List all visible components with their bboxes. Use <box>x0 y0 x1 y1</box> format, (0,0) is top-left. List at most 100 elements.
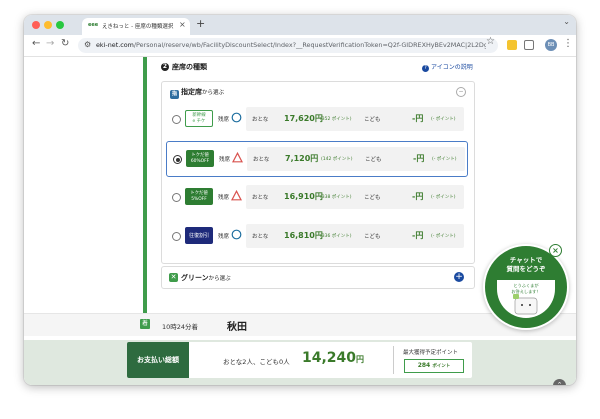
seat-icon: 指 <box>170 90 179 99</box>
chat-mascot-area: とうふくまが お答えします！ <box>497 280 555 318</box>
fare-prices: おとな 17,620円 (352 ポイント) こども -円 (- ポイント) <box>246 107 464 131</box>
browser-menu-icon[interactable]: ⋮ <box>563 38 573 49</box>
availability-label: 残席 <box>218 195 230 201</box>
payment-currency: 円 <box>356 355 365 364</box>
payment-bar: お支払い総額 おとな2人、こども0人 14,240円 最大獲得予定ポイント 28… <box>24 340 576 385</box>
max-points-value: 284 ポイント <box>404 359 464 373</box>
adult-points: (338 ポイント) <box>320 195 352 200</box>
child-label: こども <box>365 157 382 163</box>
extensions-puzzle-icon[interactable] <box>524 40 534 50</box>
scroll-to-top-icon[interactable]: ⌃ <box>553 379 566 385</box>
circle-availability-icon <box>231 229 242 240</box>
route-line <box>143 57 147 313</box>
points-unit: ポイント <box>432 364 451 369</box>
payment-total-label: お支払い総額 <box>127 342 189 378</box>
fare-radio[interactable] <box>172 193 181 202</box>
triangle-availability-icon <box>232 152 243 163</box>
adult-label: おとな <box>252 117 269 123</box>
zoom-window-button[interactable] <box>56 21 64 29</box>
availability-label: 残席 <box>219 157 231 163</box>
url-domain: eki-net.com <box>96 41 134 49</box>
fare-prices: おとな 16,910円 (338 ポイント) こども -円 (- ポイント) <box>246 185 464 209</box>
fare-option-row[interactable]: 新幹線 e チケ 残席 おとな 17,620円 (352 ポイント) こども -円 (- ポイ… <box>166 102 468 136</box>
circle-availability-icon <box>231 112 242 123</box>
child-points: (- ポイント) <box>432 157 457 162</box>
forward-arrow-icon[interactable]: → <box>46 38 54 49</box>
availability-label: 残席 <box>218 234 230 240</box>
arrival-station: 秋田 <box>227 322 247 333</box>
site-favicon-icon: eee <box>88 22 99 28</box>
triangle-availability-icon <box>231 190 242 201</box>
close-window-button[interactable] <box>32 21 40 29</box>
fare-radio[interactable] <box>172 115 181 124</box>
fare-type-tag: 新幹線 e チケ <box>185 110 213 127</box>
bookmark-star-icon[interactable]: ☆ <box>486 36 495 47</box>
child-price: -円 <box>412 114 424 123</box>
child-points: (- ポイント) <box>431 195 456 200</box>
new-tab-button[interactable]: + <box>196 17 205 30</box>
child-label: こども <box>364 117 381 123</box>
adult-points: (142 ポイント) <box>321 157 353 162</box>
chat-close-icon[interactable]: × <box>549 244 562 257</box>
child-points: (- ポイント) <box>431 117 456 122</box>
mascot-icon <box>513 294 538 315</box>
fare-radio[interactable] <box>173 155 182 164</box>
fare-type-tag: 往復割引 <box>185 227 213 244</box>
child-price: -円 <box>412 192 424 201</box>
availability-label: 残席 <box>218 117 230 123</box>
fare-option-row[interactable]: トクだ値 60%OFF 残席 おとな 7,120円 (142 ポイント) こども -円 (- … <box>166 141 468 177</box>
collapse-minus-icon[interactable]: − <box>456 87 466 97</box>
child-points: (- ポイント) <box>431 234 456 239</box>
adult-label: おとな <box>252 234 269 240</box>
passenger-count: おとな2人、こども0人 <box>223 358 290 366</box>
section-number-badge: 2 <box>161 63 169 71</box>
adult-points: (336 ポイント) <box>320 234 352 239</box>
child-price: -円 <box>412 231 424 240</box>
child-label: こども <box>364 195 381 201</box>
green-car-icon: ✕ <box>169 273 178 282</box>
tab-list-chevron-icon[interactable]: ⌄ <box>563 17 570 26</box>
reserved-heading-suffix: から選ぶ <box>202 90 225 96</box>
fare-radio[interactable] <box>172 232 181 241</box>
minimize-window-button[interactable] <box>44 21 52 29</box>
reserved-seat-panel: 指指定席から選ぶ − 新幹線 e チケ 残席 おとな 17,620円 (352 ポイント… <box>161 81 475 264</box>
extension-icon[interactable] <box>507 40 517 50</box>
adult-price: 16,810円 <box>284 231 323 240</box>
green-heading-main: グリーン <box>181 274 209 282</box>
url-text: eki-net.com/Personal/reserve/wb/Facility… <box>96 41 486 49</box>
browser-toolbar: ← → ↻ ⚙ eki-net.com/Personal/reserve/wb/… <box>24 35 576 57</box>
payment-divider <box>393 346 394 374</box>
fare-prices: おとな 16,810円 (336 ポイント) こども -円 (- ポイント) <box>246 224 464 248</box>
green-heading-suffix: から選ぶ <box>208 276 231 282</box>
site-settings-icon[interactable]: ⚙ <box>84 40 91 49</box>
expand-plus-icon[interactable]: + <box>454 272 464 282</box>
icon-help-link[interactable]: ? アイコンの説明 <box>422 62 473 72</box>
reload-icon[interactable]: ↻ <box>61 38 69 49</box>
fare-option-row[interactable]: 往復割引 残席 おとな 16,810円 (336 ポイント) こども -円 (- ポイント) <box>166 219 468 253</box>
fare-type-tag: トクだ値 5%OFF <box>185 188 213 205</box>
max-points-label: 最大獲得予定ポイント <box>403 350 459 356</box>
tab-close-icon[interactable]: × <box>179 20 186 29</box>
page-content: 2 座席の種類 ? アイコンの説明 指指定席から選ぶ − 新幹線 e チケ 残席 おと… <box>24 57 576 385</box>
child-label: こども <box>364 234 381 240</box>
adult-points: (352 ポイント) <box>320 117 352 122</box>
fare-option-row[interactable]: トクだ値 5%OFF 残席 おとな 16,910円 (338 ポイント) こども -円 (- … <box>166 180 468 214</box>
browser-tab[interactable]: eee えきねっと - 座席の種類選択 | JRきっぷ × <box>82 18 190 35</box>
adult-label: おとな <box>252 195 269 201</box>
fare-type-tag: トクだ値 60%OFF <box>186 150 214 167</box>
back-arrow-icon[interactable]: ← <box>32 38 40 49</box>
payment-amount-value: 14,240 <box>302 350 357 366</box>
green-seat-heading: グリーンから選ぶ <box>181 273 231 283</box>
fare-prices: おとな 7,120円 (142 ポイント) こども -円 (- ポイント) <box>247 147 465 171</box>
icon-help-label: アイコンの説明 <box>431 64 473 71</box>
arrival-time: 10時24分着 <box>162 323 199 331</box>
profile-avatar[interactable]: BB <box>545 39 557 51</box>
green-seat-panel[interactable]: ✕ グリーンから選ぶ + <box>161 266 475 289</box>
address-bar[interactable]: ⚙ eki-net.com/Personal/reserve/wb/Facili… <box>78 38 498 53</box>
browser-window: eee えきねっと - 座席の種類選択 | JRきっぷ × + ⌄ ← → ↻ … <box>24 15 576 385</box>
tab-bar: eee えきねっと - 座席の種類選択 | JRきっぷ × + ⌄ <box>24 15 576 35</box>
reserved-seat-heading[interactable]: 指指定席から選ぶ <box>170 87 224 99</box>
question-icon: ? <box>422 65 429 72</box>
tab-title: えきねっと - 座席の種類選択 | JRきっぷ <box>102 24 174 30</box>
adult-price: 16,910円 <box>284 192 323 201</box>
